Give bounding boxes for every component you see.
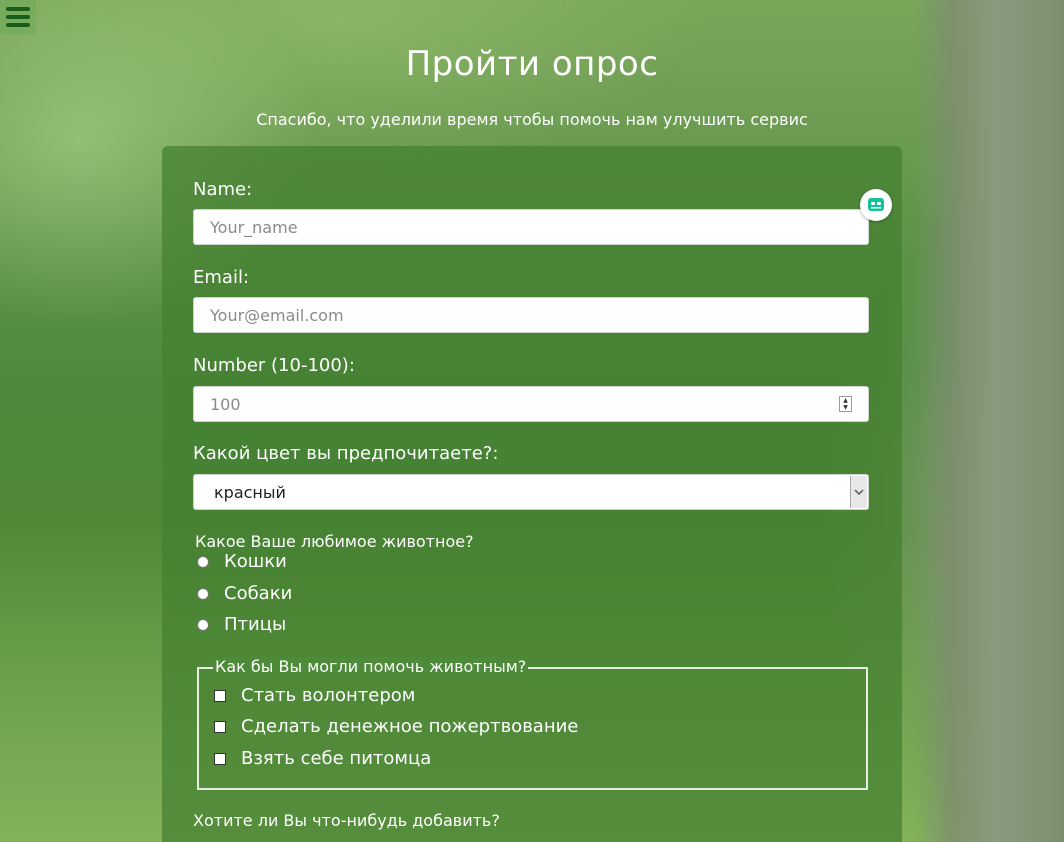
animal-option-birds[interactable]: Птицы: [197, 614, 286, 635]
chevron-down-icon: [854, 489, 864, 496]
comment-label: Хотите ли Вы что-нибудь добавить?: [193, 811, 500, 830]
page-title: Пройти опрос: [405, 44, 659, 84]
assistant-bot-icon: [868, 198, 884, 211]
radio-dogs[interactable]: [197, 587, 209, 600]
animal-option-cats[interactable]: Кошки: [197, 551, 287, 572]
help-option-label: Сделать денежное пожертвование: [241, 716, 579, 737]
animal-option-label: Птицы: [224, 614, 287, 635]
animal-option-label: Кошки: [224, 551, 287, 572]
survey-form: Name: Your_name Email: Your@email.com Nu…: [162, 146, 902, 842]
number-placeholder: 100: [210, 394, 241, 414]
color-select[interactable]: красный: [193, 474, 869, 510]
hamburger-menu-icon: [6, 7, 30, 27]
radio-cats[interactable]: [197, 555, 209, 568]
color-label: Какой цвет вы предпочитаете?:: [193, 443, 499, 464]
email-placeholder: Your@email.com: [210, 305, 344, 325]
number-label: Number (10-100):: [193, 355, 355, 376]
menu-button[interactable]: [0, 0, 36, 34]
help-option-label: Взять себе питомца: [241, 748, 432, 769]
radio-birds[interactable]: [197, 618, 209, 631]
number-spinner[interactable]: ▲ ▼: [839, 396, 852, 412]
select-arrow[interactable]: [850, 476, 867, 508]
name-label: Name:: [193, 179, 253, 200]
animal-option-dogs[interactable]: Собаки: [197, 583, 292, 604]
help-option-adopt[interactable]: Взять себе питомца: [214, 748, 431, 769]
checkbox-adopt[interactable]: [214, 752, 226, 765]
help-option-donate[interactable]: Сделать денежное пожертвование: [214, 716, 578, 737]
spinner-up-icon[interactable]: ▲: [840, 397, 851, 404]
checkbox-volunteer[interactable]: [214, 689, 226, 702]
number-input[interactable]: 100 ▲ ▼: [193, 386, 869, 422]
animal-option-label: Собаки: [224, 583, 293, 604]
help-fieldset: Как бы Вы могли помочь животным? Стать в…: [197, 658, 868, 790]
help-option-volunteer[interactable]: Стать волонтером: [214, 685, 415, 706]
help-legend: Как бы Вы могли помочь животным?: [213, 657, 529, 676]
assistant-extension-button[interactable]: [860, 189, 892, 221]
page-subtitle: Спасибо, что уделили время чтобы помочь …: [256, 110, 808, 129]
help-option-label: Стать волонтером: [241, 685, 416, 706]
name-input[interactable]: Your_name: [193, 209, 869, 245]
name-placeholder: Your_name: [210, 217, 298, 237]
checkbox-donate[interactable]: [214, 720, 226, 733]
spinner-down-icon[interactable]: ▼: [840, 404, 851, 411]
email-input[interactable]: Your@email.com: [193, 297, 869, 333]
animal-question: Какое Ваше любимое животное?: [195, 532, 474, 551]
color-selected-value: красный: [214, 482, 286, 502]
email-label: Email:: [193, 267, 250, 288]
